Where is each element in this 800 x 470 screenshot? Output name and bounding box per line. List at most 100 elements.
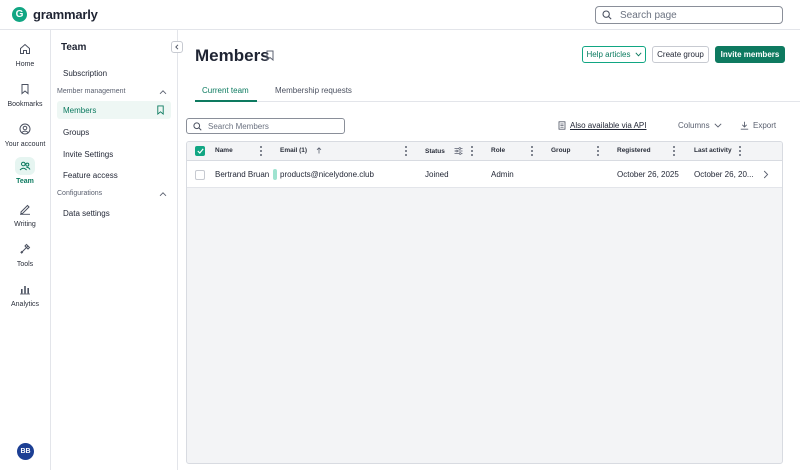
collapse-sidebar-button[interactable]	[171, 41, 183, 53]
page-search-input[interactable]	[620, 9, 770, 21]
tab-current-team[interactable]: Current team	[202, 86, 249, 95]
rail-item-home[interactable]: Home	[0, 40, 50, 74]
invite-members-button[interactable]: Invite members	[715, 46, 785, 63]
rail-item-analytics[interactable]: Analytics	[0, 280, 50, 314]
column-label: Registered	[617, 147, 651, 154]
button-label: Export	[753, 121, 777, 130]
pen-icon	[20, 204, 30, 215]
active-tab-indicator	[195, 100, 257, 102]
column-menu-icon[interactable]	[404, 146, 408, 156]
member-search-box[interactable]	[186, 118, 345, 134]
bookmark-icon[interactable]	[156, 105, 165, 115]
members-table: Name Email (1) Status Role Group Registe…	[186, 141, 783, 464]
rail-label: Tools	[16, 261, 34, 268]
chevron-up-icon	[159, 191, 167, 196]
sidebar-item-members[interactable]: Members	[57, 101, 171, 119]
check-icon	[196, 148, 204, 154]
section-configurations[interactable]: Configurations	[57, 190, 167, 197]
rail-item-your-account[interactable]: Your account	[0, 120, 50, 154]
column-menu-icon[interactable]	[259, 146, 263, 156]
export-button[interactable]: Export	[740, 121, 776, 130]
analytics-icon	[20, 286, 30, 295]
bookmark-icon[interactable]	[265, 50, 275, 61]
chevron-down-icon	[714, 123, 722, 128]
columns-button[interactable]: Columns	[678, 121, 722, 130]
left-rail: Home Bookmarks Your account Team Writing…	[0, 30, 51, 470]
sidebar-item-invite-settings[interactable]: Invite Settings	[63, 150, 113, 159]
team-sidebar: Team Subscription Member management Memb…	[51, 30, 183, 470]
user-avatar[interactable]: BB	[17, 443, 34, 460]
section-label: Configurations	[57, 190, 103, 197]
column-label: Group	[551, 147, 571, 154]
column-header-role[interactable]: Role	[491, 147, 505, 154]
rail-label: Writing	[14, 221, 36, 228]
chevron-right-icon[interactable]	[763, 170, 769, 179]
column-header-group[interactable]: Group	[551, 147, 571, 154]
rail-item-writing[interactable]: Writing	[0, 200, 50, 234]
document-icon	[558, 121, 566, 130]
column-label: Last activity	[694, 147, 732, 154]
search-icon	[193, 121, 202, 131]
sidebar-item-groups[interactable]: Groups	[63, 128, 89, 137]
section-member-management[interactable]: Member management	[57, 88, 167, 95]
chevron-left-icon	[175, 44, 179, 50]
download-icon	[740, 121, 749, 130]
button-label: Columns	[678, 121, 710, 130]
grammarly-logo[interactable]: G grammarly	[12, 7, 98, 22]
sort-ascending-icon[interactable]	[316, 147, 322, 154]
page-search-box[interactable]	[595, 6, 783, 24]
home-icon	[20, 43, 30, 54]
rail-item-bookmarks[interactable]: Bookmarks	[0, 80, 50, 114]
search-icon	[602, 10, 612, 20]
rail-item-tools[interactable]: Tools	[0, 240, 50, 274]
help-articles-button[interactable]: Help articles	[582, 46, 646, 63]
column-menu-icon[interactable]	[738, 146, 742, 156]
rail-item-team[interactable]: Team	[0, 157, 50, 191]
rail-label: Team	[16, 178, 34, 185]
column-menu-icon[interactable]	[672, 146, 676, 156]
rail-label: Analytics	[10, 301, 39, 308]
account-icon	[19, 123, 31, 135]
filter-icon[interactable]	[454, 147, 463, 155]
rail-label: Your account	[4, 141, 46, 148]
column-header-status[interactable]: Status	[425, 147, 463, 155]
top-bar: G grammarly	[0, 0, 800, 30]
column-header-registered[interactable]: Registered	[617, 147, 651, 154]
rail-label: Bookmarks	[7, 101, 43, 108]
chevron-up-icon	[159, 89, 167, 94]
select-all-checkbox[interactable]	[195, 146, 205, 156]
column-header-name[interactable]: Name	[215, 147, 233, 154]
tabs: Current team Membership requests	[195, 84, 800, 102]
column-label: Name	[215, 147, 233, 154]
cell-last-activity: October 26, 20...	[694, 170, 754, 179]
create-group-button[interactable]: Create group	[652, 46, 709, 63]
button-label: Help articles	[586, 50, 631, 59]
column-menu-icon[interactable]	[470, 146, 474, 156]
row-checkbox[interactable]	[195, 170, 205, 180]
cell-name: Bertrand Bruan	[215, 170, 270, 179]
cell-registered: October 26, 2025	[617, 170, 679, 179]
page-title: Members	[195, 46, 270, 65]
chevron-down-icon	[634, 52, 642, 57]
column-header-last-activity[interactable]: Last activity	[694, 147, 732, 154]
bookmark-icon	[21, 84, 29, 95]
table-row[interactable]: Bertrand Bruan products@nicelydone.club …	[187, 161, 782, 188]
cell-status: Joined	[425, 170, 449, 179]
tools-icon	[20, 243, 31, 254]
sidebar-item-subscription[interactable]: Subscription	[63, 69, 107, 78]
api-link[interactable]: Also available via API	[558, 121, 647, 130]
column-header-email[interactable]: Email (1)	[280, 147, 322, 154]
column-menu-icon[interactable]	[530, 146, 534, 156]
column-label: Role	[491, 147, 506, 154]
sidebar-item-feature-access[interactable]: Feature access	[63, 171, 118, 180]
api-link-label: Also available via API	[570, 121, 647, 130]
team-icon	[19, 161, 31, 171]
column-menu-icon[interactable]	[596, 146, 600, 156]
tab-membership-requests[interactable]: Membership requests	[275, 86, 352, 95]
cell-email: products@nicelydone.club	[280, 170, 374, 179]
sidebar-title: Team	[61, 42, 87, 53]
sidebar-item-data-settings[interactable]: Data settings	[63, 209, 110, 218]
section-label: Member management	[57, 88, 126, 95]
email-indicator	[273, 169, 277, 180]
member-search-input[interactable]	[208, 121, 338, 131]
